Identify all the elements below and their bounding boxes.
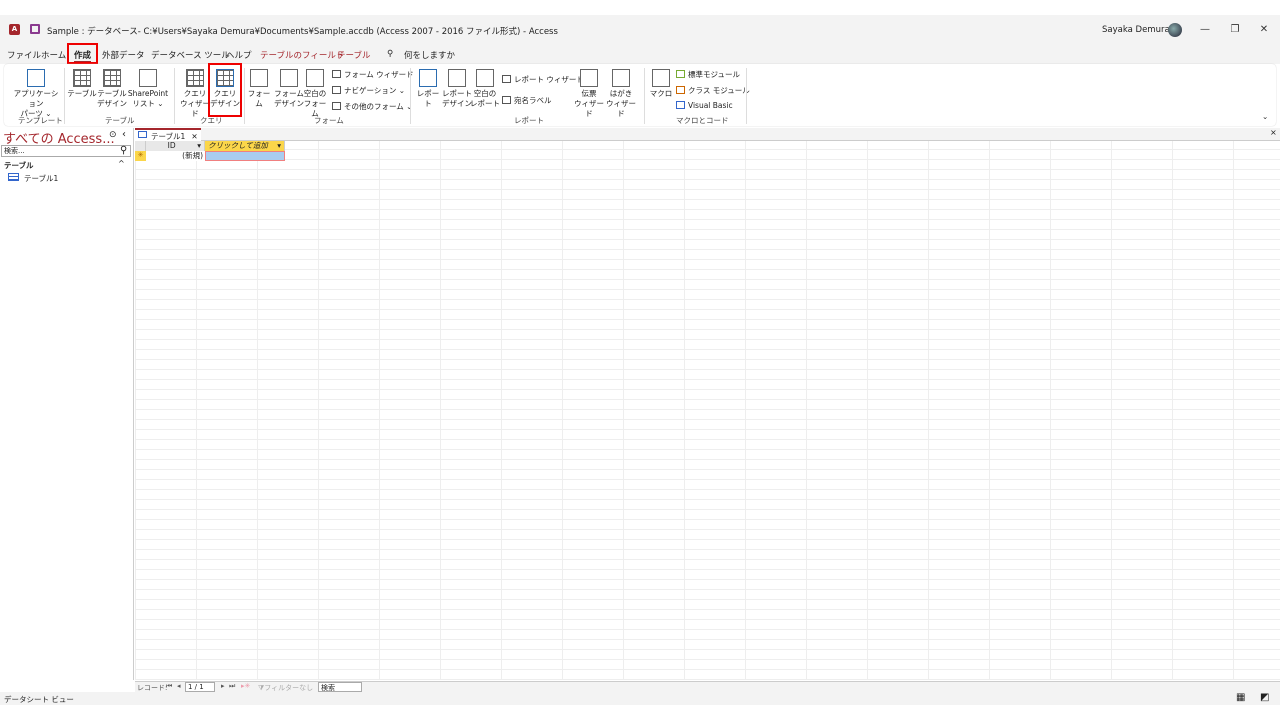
module-button[interactable]: 標準モジュール [676, 69, 740, 80]
collapse-ribbon-icon[interactable]: ⌄ [1262, 112, 1268, 121]
highlight-box [67, 43, 98, 64]
class-module-button[interactable]: クラス モジュール [676, 85, 750, 96]
sharepoint-icon [139, 69, 157, 87]
tab-database-tools[interactable]: データベース ツール [151, 49, 230, 61]
blank-report-button[interactable]: 空白の レポート [470, 69, 500, 109]
application-parts-button[interactable]: アプリケーション パーツ ⌄ [10, 69, 62, 119]
labels-button[interactable]: 宛名ラベル [502, 95, 552, 106]
tab-file[interactable]: ファイル [7, 49, 41, 61]
form-icon [250, 69, 268, 87]
minimize-button[interactable]: — [1196, 21, 1214, 39]
next-record-button[interactable]: ▸ [221, 682, 225, 690]
ribbon: アプリケーション パーツ ⌄ テンプレート テーブル テーブル デザイン Share… [4, 63, 1276, 126]
record-search-input[interactable]: 検索 [318, 682, 362, 692]
close-tab-icon[interactable]: ✕ [191, 132, 197, 141]
window-title: Sample : データベース- C:¥Users¥Sayaka Demura¥… [47, 27, 558, 37]
previous-record-button[interactable]: ◂ [177, 682, 181, 690]
report-icon [419, 69, 437, 87]
close-button[interactable]: ✕ [1255, 21, 1273, 39]
close-document-icon[interactable]: × [1270, 128, 1277, 137]
app-parts-icon [27, 69, 45, 87]
blank-report-icon [476, 69, 494, 87]
visual-basic-button[interactable]: Visual Basic [676, 101, 733, 110]
avatar[interactable] [1168, 23, 1182, 37]
nav-search-input[interactable]: 検索... [1, 145, 131, 157]
nav-item-table1[interactable]: テーブル1 [24, 173, 58, 184]
form-wizard-button[interactable]: フォーム ウィザード [332, 69, 414, 80]
access-app-icon: A [9, 24, 20, 35]
current-record-input[interactable]: 1 / 1 [185, 682, 215, 692]
restore-button[interactable]: ❐ [1226, 21, 1244, 39]
slip-wizard-icon [580, 69, 598, 87]
query-wizard-button[interactable]: クエリ ウィザード [178, 69, 212, 119]
form-design-button[interactable]: フォーム デザイン [274, 69, 304, 109]
group-label-table: テーブル [105, 116, 135, 125]
table-icon [8, 173, 19, 181]
postcard-wizard-icon [612, 69, 630, 87]
search-icon[interactable]: ⚲ [120, 145, 127, 156]
chevron-up-icon[interactable]: ^ [118, 159, 125, 168]
column-header-add[interactable]: クリックして追加 ▾ [205, 141, 285, 151]
macro-button[interactable]: マクロ [648, 69, 674, 99]
group-label-report: レポート [514, 116, 544, 125]
report-button[interactable]: レポート [414, 69, 442, 109]
report-design-icon [448, 69, 466, 87]
slip-wizard-button[interactable]: 伝票 ウィザード [572, 69, 606, 119]
save-icon[interactable] [30, 24, 40, 34]
id-cell-new[interactable]: (新規) [146, 151, 205, 161]
tab-table[interactable]: テーブル [337, 49, 371, 61]
navigation-button[interactable]: ナビゲーション ⌄ [332, 85, 405, 96]
design-view-icon[interactable]: ◩ [1260, 692, 1269, 703]
new-record-button[interactable]: ▸✳ [241, 682, 250, 690]
blank-form-button[interactable]: 空白の フォーム [302, 69, 328, 119]
status-bar: データシート ビュー ▦ ◩ [0, 692, 1280, 705]
new-field-cell[interactable] [205, 151, 285, 161]
group-label-template: テンプレート [18, 116, 63, 125]
title-bar: A Sample : データベース- C:¥Users¥Sayaka Demur… [0, 15, 1280, 45]
nav-menu-icon[interactable]: ⊙ [109, 130, 117, 140]
navigation-pane: すべての Access... ⊙ ‹ 検索... ⚲ テーブル ^ テーブル1 [0, 128, 134, 680]
user-name[interactable]: Sayaka Demura [1102, 25, 1170, 35]
view-status: データシート ビュー [4, 695, 74, 704]
table-icon [73, 69, 91, 87]
tab-help[interactable]: ヘルプ [226, 49, 252, 61]
group-label-macro: マクロとコード [676, 116, 729, 125]
table-button[interactable]: テーブル [67, 69, 97, 99]
highlight-box [208, 63, 242, 117]
tab-home[interactable]: ホーム [41, 49, 66, 61]
postcard-wizard-button[interactable]: はがき ウィザード [604, 69, 638, 119]
record-navigation: レコード: ⏮ ◂ 1 / 1 ▸ ⏭ ▸✳ ⧩フィルターなし 検索 [135, 681, 1280, 692]
macro-icon [652, 69, 670, 87]
sharepoint-list-button[interactable]: SharePoint リスト ⌄ [126, 69, 170, 109]
tab-external-data[interactable]: 外部データ [102, 49, 145, 61]
more-forms-button[interactable]: その他のフォーム ⌄ [332, 101, 412, 112]
first-record-button[interactable]: ⏮ [166, 682, 172, 691]
query-wizard-icon [186, 69, 204, 87]
ribbon-tabs: ファイル ホーム 作成 外部データ データベース ツール ヘルプ テーブルのフィ… [0, 43, 1280, 64]
search-icon: ⚲ [387, 49, 394, 59]
nav-section-tables[interactable]: テーブル [4, 160, 34, 171]
tab-table-fields[interactable]: テーブルのフィールド [260, 49, 344, 61]
datasheet[interactable]: ID ▾ クリックして追加 ▾ ✳ (新規) [135, 141, 1280, 680]
form-button[interactable]: フォーム [246, 69, 272, 109]
table-design-icon [103, 69, 121, 87]
last-record-button[interactable]: ⏭ [229, 682, 235, 691]
group-label-form: フォーム [314, 116, 344, 125]
collapse-nav-icon[interactable]: ‹ [122, 129, 126, 140]
tell-me-input[interactable]: 何をしますか [404, 49, 455, 61]
datasheet-view-icon[interactable]: ▦ [1236, 692, 1245, 703]
new-record-selector[interactable]: ✳ [135, 151, 146, 161]
form-design-icon [280, 69, 298, 87]
column-header-id[interactable]: ID ▾ [146, 141, 205, 151]
select-all-corner[interactable] [135, 141, 146, 151]
table-design-button[interactable]: テーブル デザイン [97, 69, 127, 109]
document-tab-bar: テーブル1 ✕ × [135, 128, 1280, 141]
document-area: テーブル1 ✕ × ID ▾ クリックして追加 ▾ ✳ (新規) [135, 128, 1280, 680]
group-label-query: クエリ [200, 116, 223, 125]
report-design-button[interactable]: レポート デザイン [442, 69, 472, 109]
blank-form-icon [306, 69, 324, 87]
table-icon [138, 131, 147, 138]
